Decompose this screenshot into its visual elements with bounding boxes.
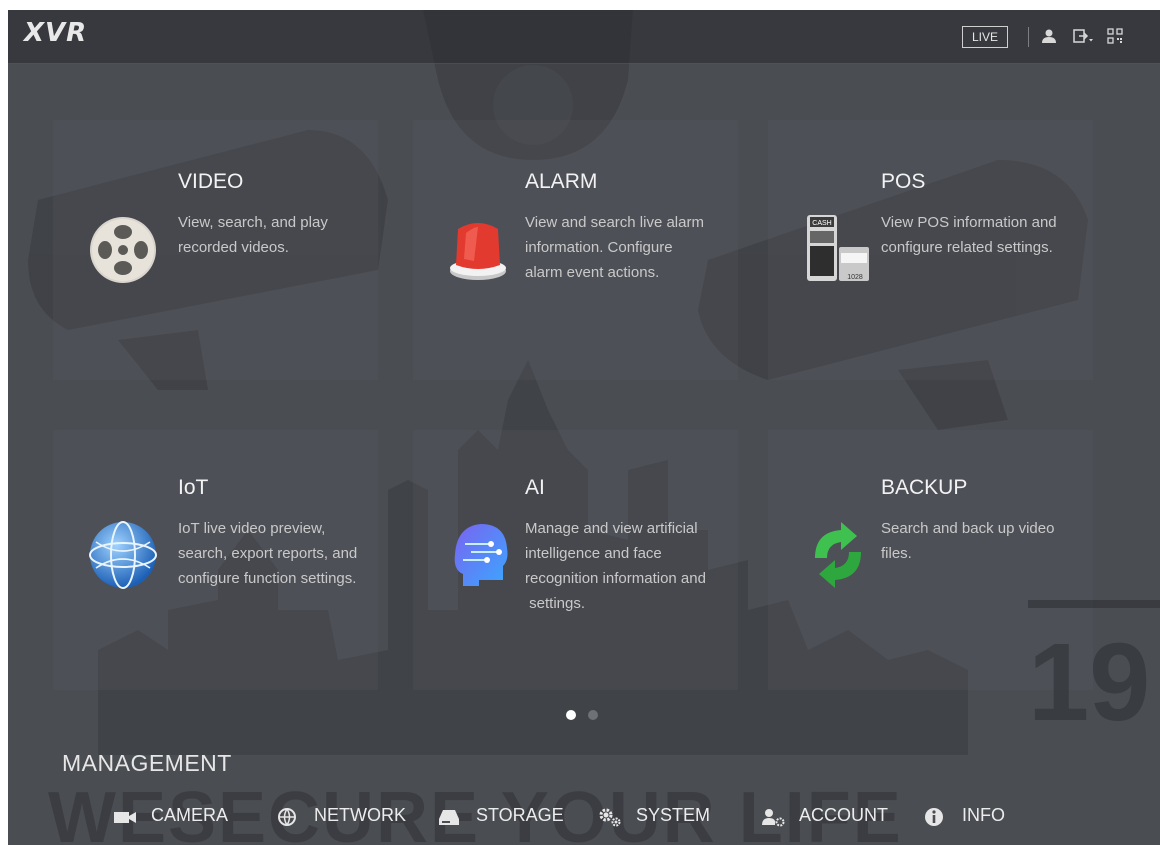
- tile-description: Search and back up video files.: [881, 516, 1054, 566]
- user-settings-icon: [762, 809, 785, 827]
- tile-description-line: configure related settings.: [881, 239, 1053, 256]
- toolbar-divider: [1028, 27, 1029, 47]
- management-item-label: SYSTEM: [636, 805, 711, 825]
- network-globe-icon: [278, 808, 296, 826]
- camera-icon: [114, 812, 136, 823]
- tile-description-line: recognition information and: [525, 570, 706, 587]
- tile-title: POS: [881, 170, 926, 193]
- logout-icon[interactable]: [1072, 27, 1094, 45]
- user-icon[interactable]: [1040, 27, 1058, 45]
- management-heading: MANAGEMENT: [62, 750, 232, 776]
- management-item-label: STORAGE: [476, 805, 564, 825]
- tile-description-line: intelligence and face: [525, 545, 662, 562]
- globe-icon: [89, 521, 157, 589]
- tile-title: VIDEO: [178, 170, 244, 193]
- tile-video[interactable]: VIDEO View, search, and play recorded vi…: [78, 155, 408, 405]
- tile-title: AI: [525, 476, 545, 499]
- alarm-siren-icon: [450, 223, 506, 280]
- tile-backup[interactable]: BACKUP Search and back up video files.: [793, 462, 1123, 712]
- page-dot-active[interactable]: [566, 710, 576, 720]
- xvr-main-menu: 19 WESECURE YOUR LIFE XVR LIVE VIDEO Vie…: [8, 10, 1160, 845]
- tile-description-line: recorded videos.: [178, 239, 289, 256]
- management-item-label: CAMERA: [151, 805, 229, 825]
- cash-register-icon: CASH 1028: [807, 215, 869, 281]
- tile-description: View, search, and play recorded videos.: [178, 210, 328, 260]
- sync-arrows-icon: [815, 522, 861, 588]
- tile-description-line: View and search live alarm: [525, 214, 704, 231]
- tile-pos[interactable]: CASH 1028 POS View POS information and c…: [793, 155, 1123, 405]
- tile-title: ALARM: [525, 170, 598, 193]
- hard-drive-icon: [439, 810, 459, 825]
- svg-text:CASH: CASH: [812, 220, 831, 227]
- tile-alarm[interactable]: ALARM View and search live alarm informa…: [433, 155, 763, 405]
- info-icon: [925, 808, 943, 826]
- tile-description-line: IoT live video preview,: [178, 520, 326, 537]
- tile-description-line: configure function settings.: [178, 570, 357, 587]
- tile-ai[interactable]: AI Manage and view artificial intelligen…: [433, 462, 763, 712]
- top-bar: XVR LIVE: [8, 10, 1160, 64]
- film-reel-icon: [90, 217, 156, 283]
- xvr-logo: XVR: [24, 18, 88, 48]
- tile-description-line: Search and back up video: [881, 520, 1055, 537]
- tile-iot[interactable]: IoT IoT live video preview, search, expo…: [78, 462, 408, 712]
- gears-icon: [599, 808, 621, 827]
- management-item-label: NETWORK: [314, 805, 406, 825]
- tile-description-line: Manage and view artificial: [525, 520, 698, 537]
- tile-title: BACKUP: [881, 476, 968, 499]
- ai-brain-icon: [454, 524, 508, 586]
- tile-description: IoT live video preview, search, export r…: [178, 516, 357, 591]
- tile-description-line: search, export reports, and: [178, 545, 358, 562]
- tile-description: Manage and view artificial intelligence …: [525, 516, 706, 616]
- management-item-label: INFO: [962, 805, 1005, 825]
- tile-description-line: information. Configure: [525, 239, 673, 256]
- live-button[interactable]: LIVE: [962, 26, 1008, 48]
- tile-description-line: files.: [881, 545, 912, 562]
- page-dot[interactable]: [588, 710, 598, 720]
- svg-text:1028: 1028: [847, 274, 863, 281]
- background-art: 19 WESECURE YOUR LIFE: [28, 10, 1160, 845]
- tile-description-line: View, search, and play: [178, 214, 328, 231]
- qr-code-icon[interactable]: [1106, 27, 1124, 45]
- tile-description-line: alarm event actions.: [525, 264, 660, 281]
- tile-description: View and search live alarm information. …: [525, 210, 704, 285]
- management-item-label: ACCOUNT: [799, 805, 888, 825]
- tile-description-line: settings.: [525, 595, 586, 612]
- tile-title: IoT: [178, 476, 209, 499]
- tile-description-line: View POS information and: [881, 214, 1057, 231]
- tile-description: View POS information and configure relat…: [881, 210, 1057, 260]
